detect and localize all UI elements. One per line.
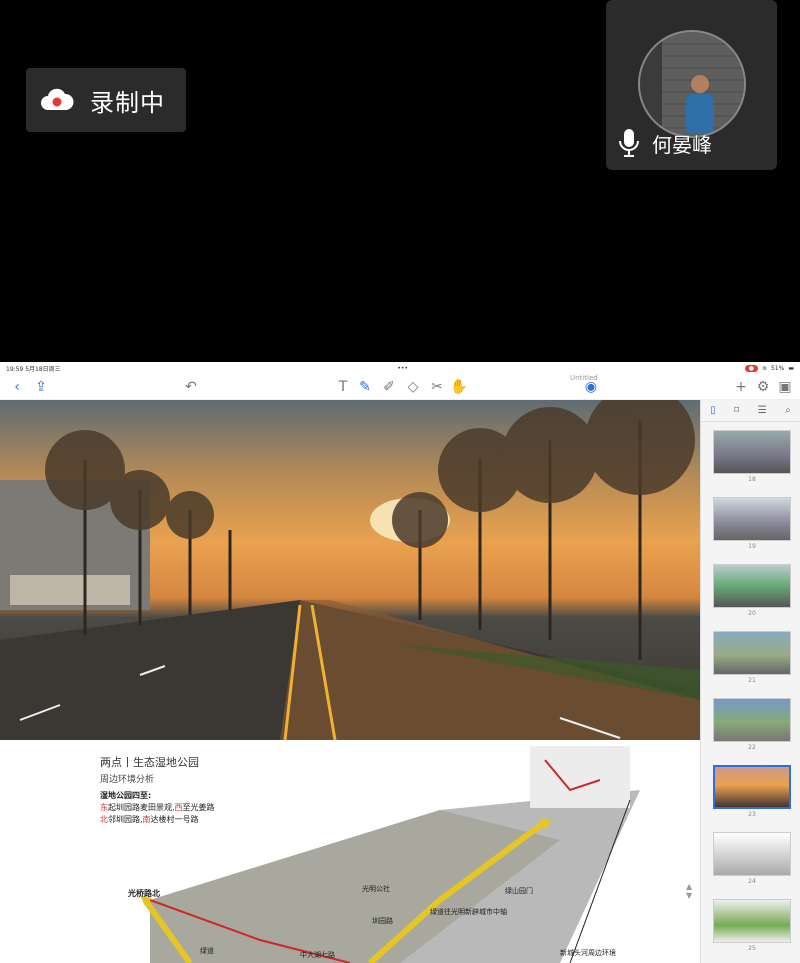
thumbnail-image [713, 497, 791, 541]
thumbnail-page-number: 20 [748, 610, 756, 617]
page-thumbnail[interactable]: 23 [711, 765, 793, 821]
notes-toolbar: ‹ ⇪ ↶ T ✎ ✐ ◇ ✂ ✋ Untitled ◉ + ⚙ ▣ [0, 374, 800, 400]
wifi-icon: ≋ [761, 364, 767, 372]
meeting-window: 录制中 何晏峰 19:59 5月18日周三 ••• ● ≋ 51% ▬ ‹ ⇪ … [0, 0, 800, 963]
thumbnail-page-number: 25 [748, 945, 756, 952]
thumbnail-image [713, 631, 791, 675]
highlighter-icon[interactable]: ✐ [380, 378, 398, 396]
label-station: 绿道 [200, 947, 214, 955]
pages-icon[interactable]: ▣ [776, 378, 794, 396]
page-thumbnail[interactable]: 24 [711, 832, 793, 888]
thumbnail-image [713, 698, 791, 742]
undo-icon[interactable]: ↶ [182, 378, 200, 396]
microphone-icon[interactable] [616, 126, 642, 160]
status-dots: ••• [397, 364, 408, 372]
cloud-record-icon [40, 88, 74, 112]
thumbnail-page-number: 22 [748, 744, 756, 751]
label-yard: 光明公社 [362, 885, 390, 893]
thumbnail-page-number: 23 [748, 811, 756, 818]
slide-wetland-analysis: 两点丨生态湿地公园 周边环境分析 湿地公园四至: 东起圳园路麦田景观,西至光姜路… [0, 740, 700, 963]
label-banner: 绿道往光明新辟城市中轴 [430, 908, 507, 916]
lasso-icon[interactable]: ✂ [428, 378, 446, 396]
page-thumbnail[interactable]: 21 [711, 631, 793, 687]
label-road-north: 光桥路北 [128, 889, 160, 898]
site-map [140, 746, 640, 963]
tab-search-icon[interactable]: ⌕ [785, 405, 791, 416]
pages-sidebar: ▯ ⌑ ☰ ⌕ 18 19 20 21 22 23 24 25 [700, 400, 800, 963]
thumbnail-page-number: 24 [748, 878, 756, 885]
add-page-icon[interactable]: + [732, 378, 750, 396]
page-thumbnail[interactable]: 22 [711, 698, 793, 754]
thumbnail-page-number: 18 [748, 476, 756, 483]
page-thumbnail[interactable]: 19 [711, 497, 793, 553]
pen-tool-icon[interactable]: ✎ [356, 378, 374, 396]
shared-screen: 19:59 5月18日周三 ••• ● ≋ 51% ▬ ‹ ⇪ ↶ T ✎ ✐ … [0, 362, 800, 963]
screen-record-pill: ● [744, 364, 758, 372]
text-tool-icon[interactable]: T [334, 378, 352, 396]
thumbnail-image [713, 430, 791, 474]
recording-indicator[interactable]: 录制中 [26, 68, 186, 132]
label-park: 圳园路 [372, 917, 393, 925]
label-road-low: 中大湖七路 [300, 951, 335, 959]
thumbnail-image [713, 765, 791, 809]
tab-outline-icon[interactable]: ☰ [758, 405, 767, 416]
back-icon[interactable]: ‹ [8, 378, 26, 396]
battery-icon: ▬ [788, 364, 794, 372]
ipad-status-bar: 19:59 5月18日周三 ••• ● ≋ 51% ▬ [0, 362, 800, 374]
page-thumbnail[interactable]: 25 [711, 899, 793, 955]
thumbnail-image [713, 564, 791, 608]
participant-tile[interactable]: 何晏峰 [606, 0, 777, 170]
recording-label: 录制中 [90, 88, 165, 117]
hand-tool-icon[interactable]: ✋ [450, 378, 468, 396]
share-icon[interactable]: ⇪ [32, 378, 50, 396]
eraser-icon[interactable]: ◇ [404, 378, 422, 396]
battery-level: 51% [770, 364, 785, 372]
tab-pages-icon[interactable]: ▯ [710, 405, 716, 416]
thumbnail-page-number: 21 [748, 677, 756, 684]
tools-icon[interactable]: ⚙ [754, 378, 772, 396]
scroll-indicator[interactable]: ▲ ▼ [686, 882, 696, 900]
sidebar-tabs: ▯ ⌑ ☰ ⌕ [701, 400, 800, 422]
participant-name: 何晏峰 [652, 132, 712, 157]
page-thumbnail[interactable]: 18 [711, 430, 793, 486]
status-time: 19:59 5月18日周三 [6, 365, 61, 373]
page-thumbnail[interactable]: 20 [711, 564, 793, 620]
thumbnail-image [713, 832, 791, 876]
tab-bookmarks-icon[interactable]: ⌑ [734, 405, 739, 416]
slide-photo-road [0, 400, 700, 740]
thumbnail-page-number: 19 [748, 543, 756, 550]
mode-toggle-icon[interactable]: ◉ [582, 378, 600, 396]
label-landmark: 绿山园门 [505, 887, 533, 895]
thumbnail-image [713, 899, 791, 943]
label-caption: 新城头河周边环境 [560, 949, 616, 957]
participant-namebar: 何晏峰 [606, 115, 777, 170]
